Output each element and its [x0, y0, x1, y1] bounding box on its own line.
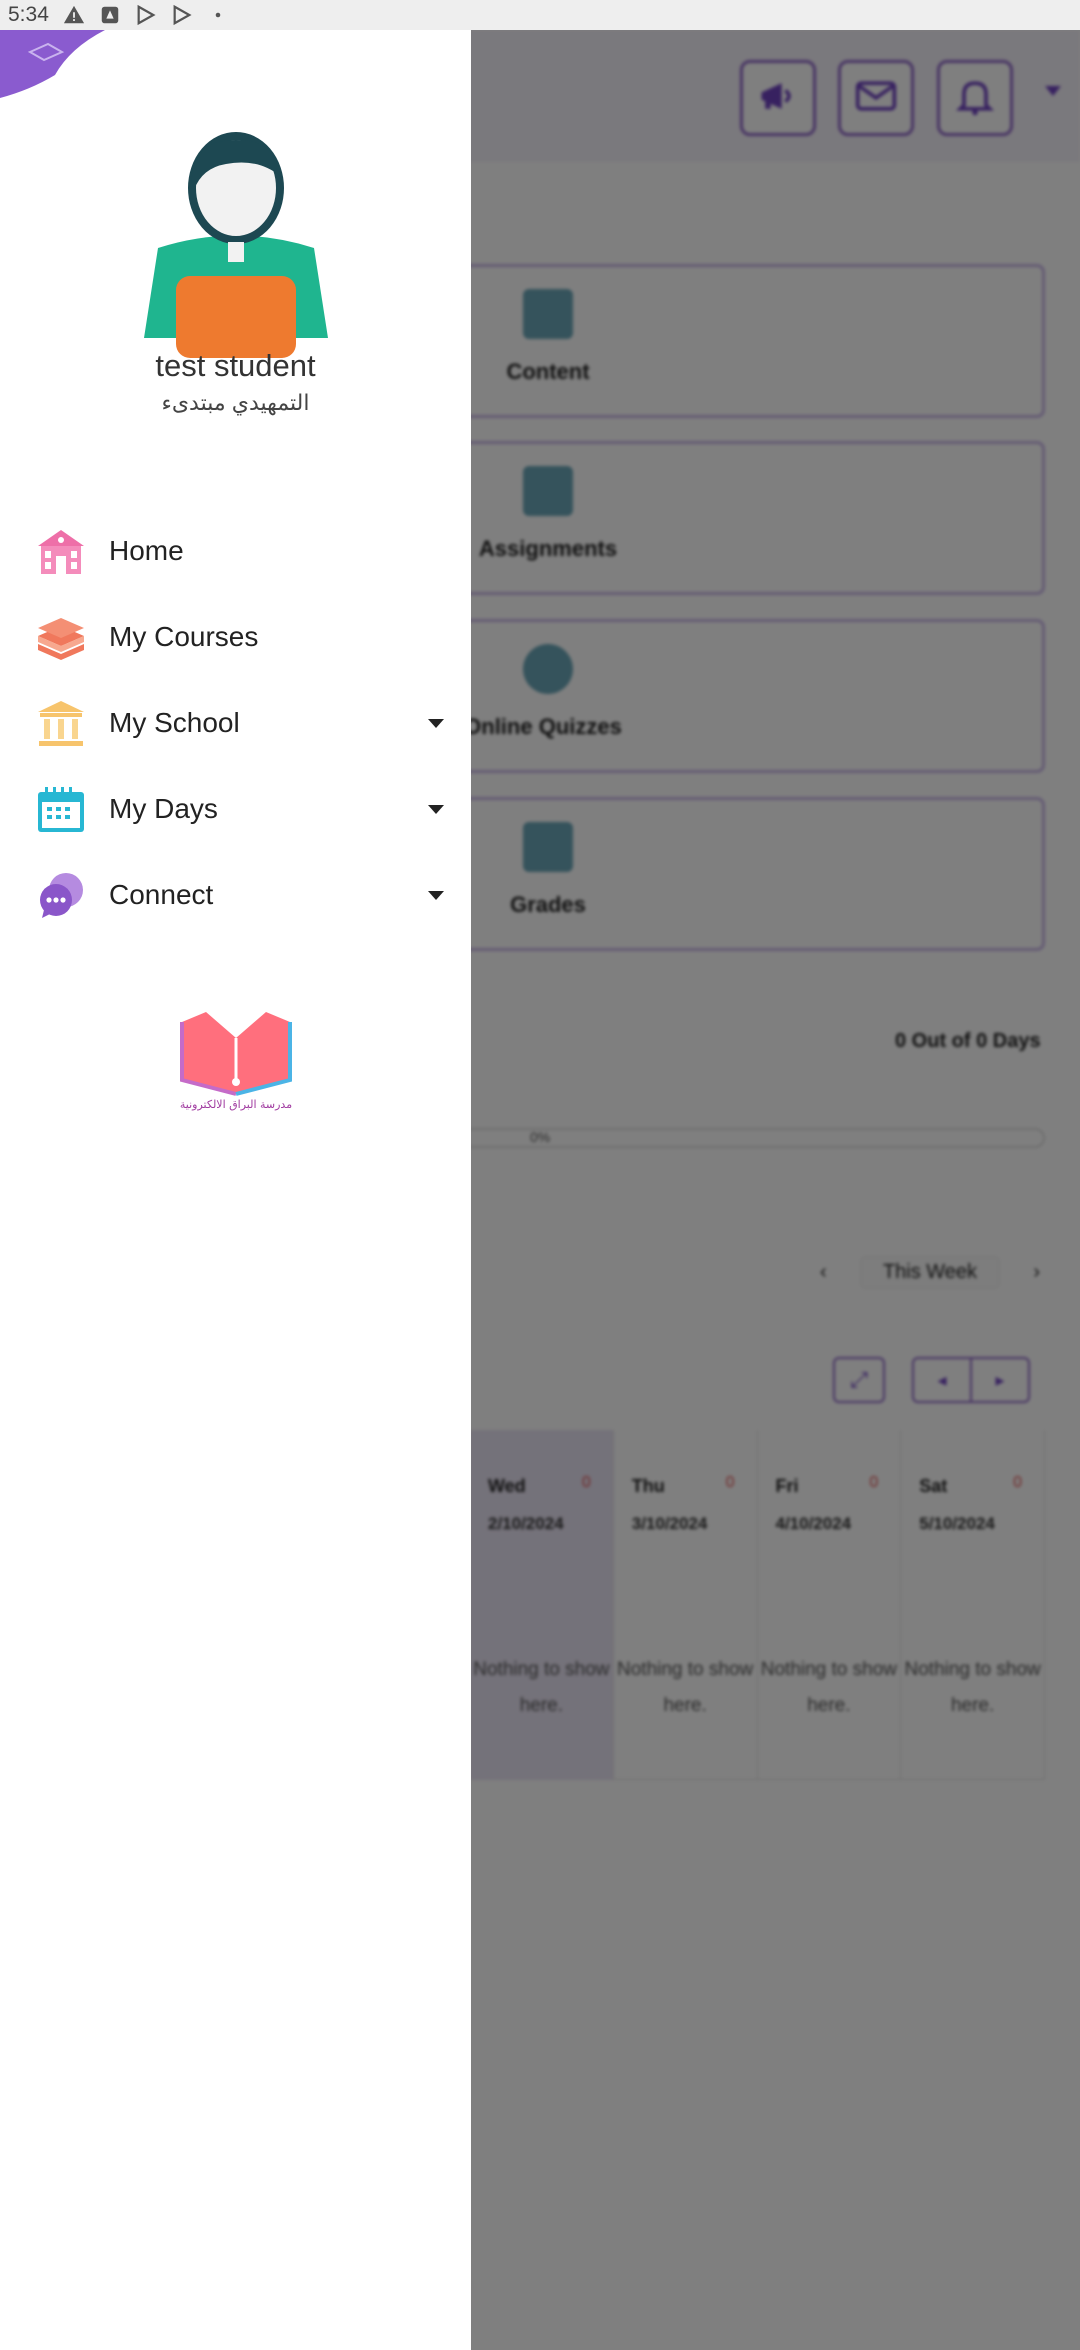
chevron-down-icon[interactable] — [428, 805, 444, 814]
menu-item-my-school[interactable]: My School — [0, 680, 471, 766]
chat-bubbles-icon — [36, 870, 86, 920]
menu-item-connect[interactable]: Connect — [0, 852, 471, 938]
drawer-menu: Home My Courses My School My Days Connec… — [0, 508, 471, 938]
menu-item-label: Connect — [109, 879, 214, 910]
school-building-icon — [36, 526, 86, 576]
user-grade: التمهيدي مبتدىء — [161, 390, 310, 415]
books-stack-icon — [36, 612, 86, 662]
warning-icon — [63, 4, 85, 26]
chevron-down-icon[interactable] — [428, 719, 444, 728]
calendar-icon — [36, 784, 86, 834]
chevron-down-icon[interactable] — [428, 891, 444, 900]
user-name: test student — [155, 348, 316, 383]
app-notification-icon — [99, 4, 121, 26]
menu-item-my-courses[interactable]: My Courses — [0, 594, 471, 680]
menu-item-label: Home — [109, 535, 184, 566]
drawer-corner-decoration — [0, 30, 108, 102]
menu-item-label: My Days — [109, 793, 218, 824]
institution-columns-icon — [36, 698, 86, 748]
avatar — [138, 118, 334, 362]
status-bar: 5:34 — [0, 0, 1080, 30]
menu-item-label: My Courses — [109, 621, 259, 652]
school-logo: مدرسة البراق الالكترونية — [176, 1002, 296, 1112]
menu-item-label: My School — [109, 707, 240, 738]
navigation-drawer: test student التمهيدي مبتدىء Home My Cou… — [0, 30, 471, 2350]
play-store-icon — [171, 4, 193, 26]
menu-item-my-days[interactable]: My Days — [0, 766, 471, 852]
play-store-icon — [135, 4, 157, 26]
logo-text: مدرسة البراق الالكترونية — [180, 1098, 292, 1111]
more-notifications-dot-icon — [207, 4, 229, 26]
status-time: 5:34 — [8, 3, 49, 26]
menu-item-home[interactable]: Home — [0, 508, 471, 594]
